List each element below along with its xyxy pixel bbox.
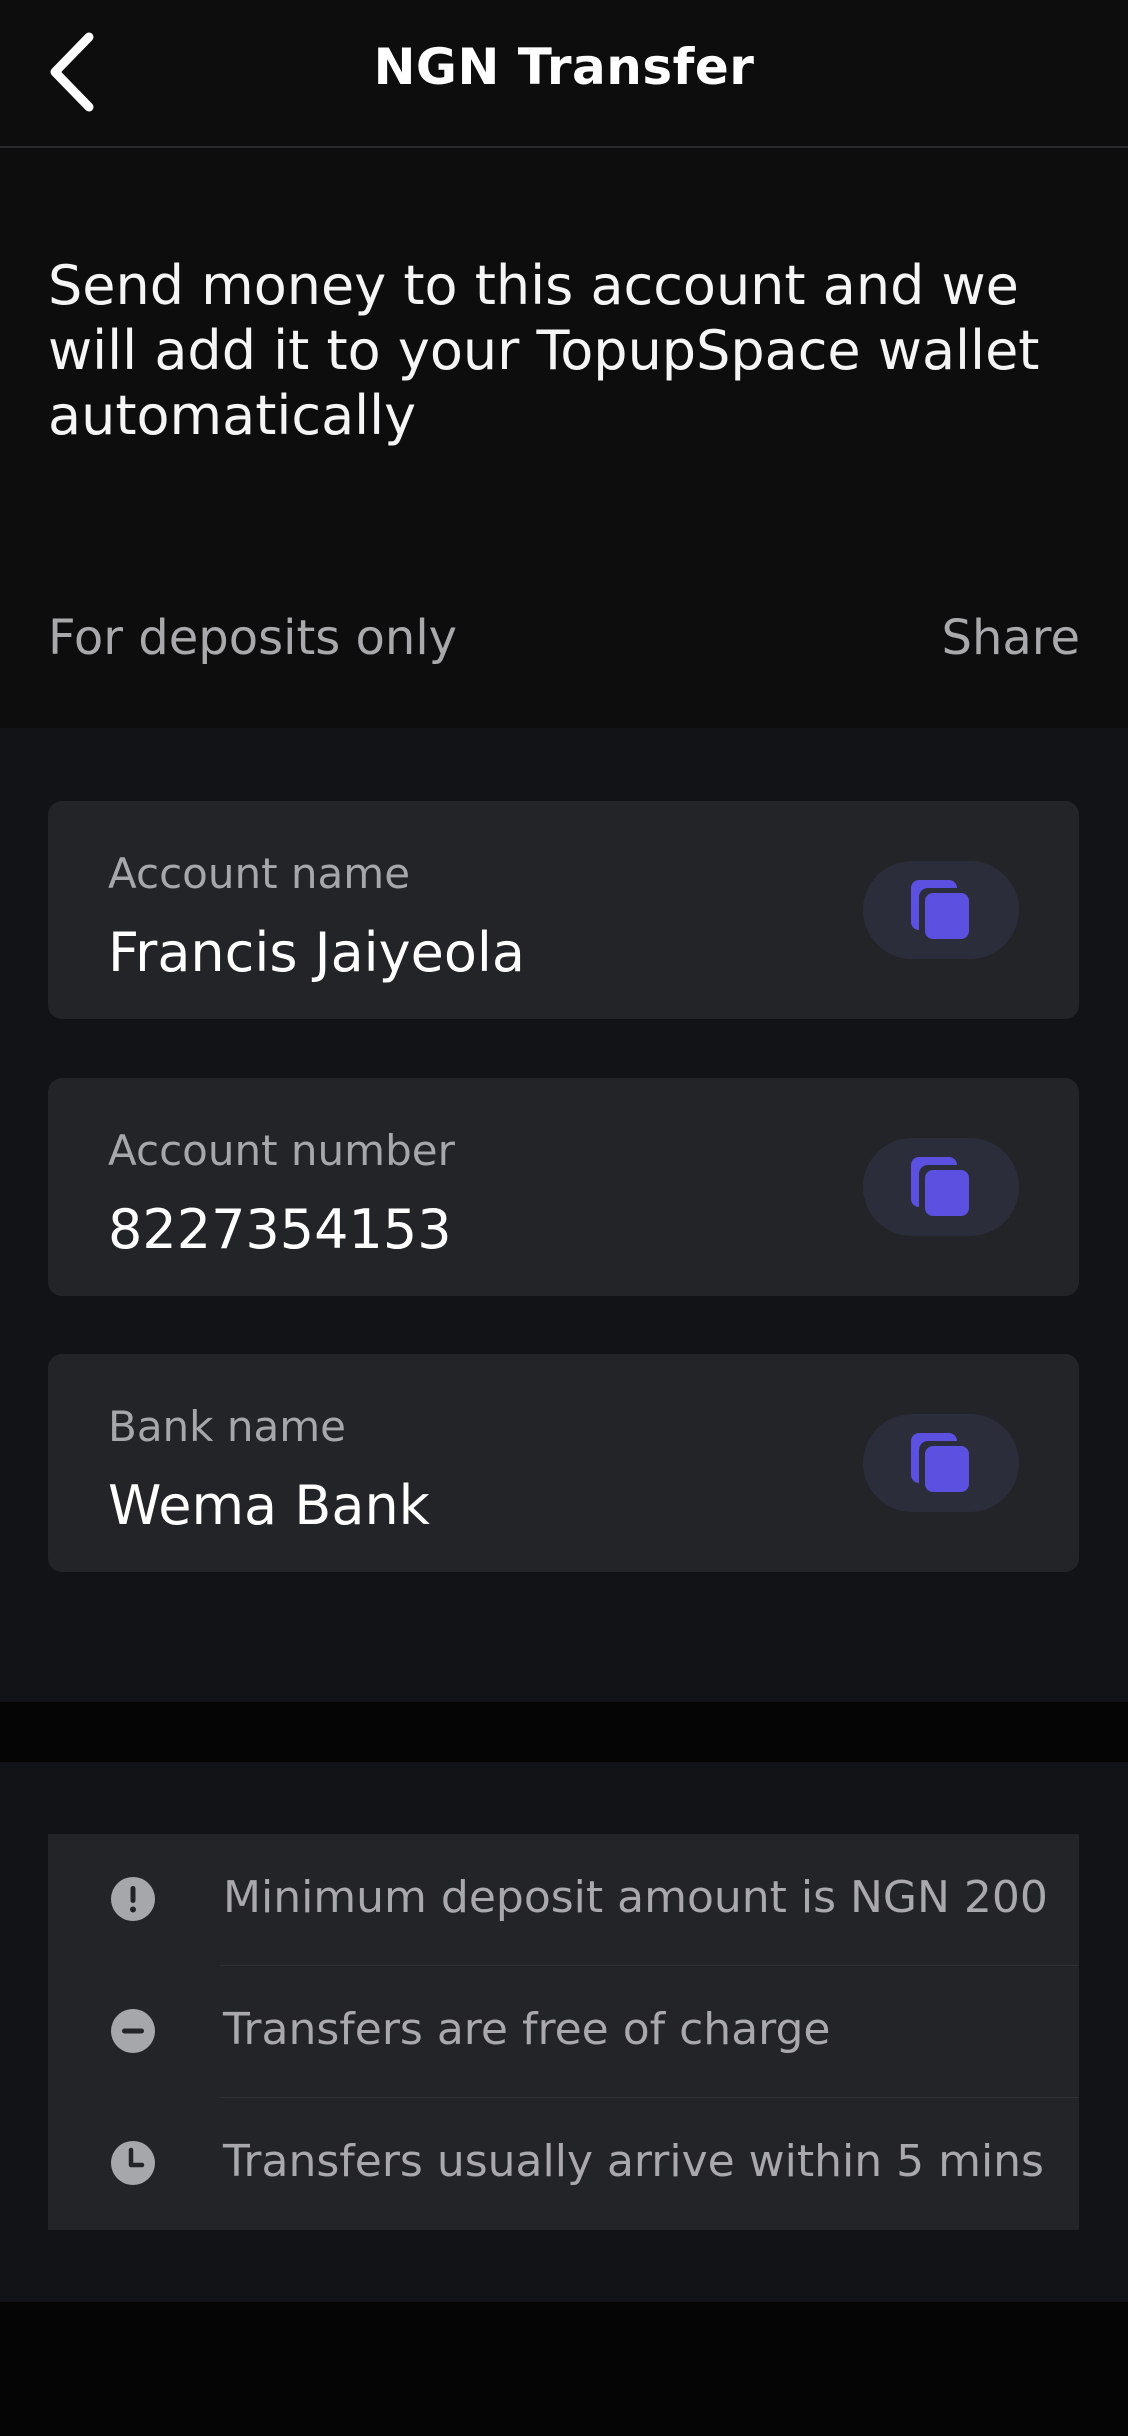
bank-name-label: Bank name bbox=[108, 1402, 346, 1451]
copy-bank-name-button[interactable] bbox=[863, 1414, 1019, 1512]
account-number-card: Account number 8227354153 bbox=[48, 1078, 1079, 1296]
clock-icon bbox=[111, 2141, 155, 2185]
info-text: Minimum deposit amount is NGN 200 bbox=[223, 1872, 1048, 1923]
list-item: Transfers are free of charge bbox=[48, 1966, 1079, 2098]
deposits-only-label: For deposits only bbox=[48, 610, 458, 666]
list-item: Transfers usually arrive within 5 mins bbox=[48, 2098, 1079, 2230]
account-name-value: Francis Jaiyeola bbox=[108, 921, 525, 984]
info-text: Transfers usually arrive within 5 mins bbox=[223, 2136, 1044, 2187]
account-number-value: 8227354153 bbox=[108, 1198, 452, 1261]
intro-message: Send money to this account and we will a… bbox=[48, 254, 1040, 447]
copy-icon bbox=[911, 1157, 969, 1217]
transfer-info-section: Minimum deposit amount is NGN 200 Transf… bbox=[0, 1762, 1128, 2302]
bank-name-value: Wema Bank bbox=[108, 1474, 430, 1537]
account-details-section: Account name Francis Jaiyeola Account nu… bbox=[0, 728, 1128, 1702]
account-name-label: Account name bbox=[108, 849, 411, 898]
copy-icon bbox=[911, 1433, 969, 1493]
account-name-card: Account name Francis Jaiyeola bbox=[48, 801, 1079, 1019]
copy-account-name-button[interactable] bbox=[863, 861, 1019, 959]
exclamation-icon bbox=[111, 1877, 155, 1921]
intro-section: Send money to this account and we will a… bbox=[0, 148, 1128, 728]
share-button[interactable]: Share bbox=[941, 610, 1080, 666]
minus-icon bbox=[111, 2009, 155, 2053]
copy-icon bbox=[911, 880, 969, 940]
page-title: NGN Transfer bbox=[373, 38, 755, 96]
top-bar: NGN Transfer bbox=[0, 0, 1128, 148]
list-item: Minimum deposit amount is NGN 200 bbox=[48, 1834, 1079, 1966]
info-text: Transfers are free of charge bbox=[223, 2004, 831, 2055]
account-number-label: Account number bbox=[108, 1126, 455, 1175]
copy-account-number-button[interactable] bbox=[863, 1138, 1019, 1236]
bank-name-card: Bank name Wema Bank bbox=[48, 1354, 1079, 1572]
info-list: Minimum deposit amount is NGN 200 Transf… bbox=[48, 1834, 1079, 2230]
